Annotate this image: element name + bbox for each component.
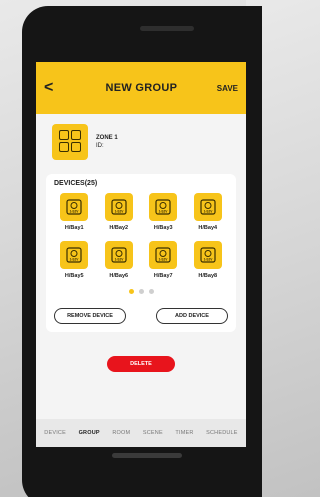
device-tile: 1-S2V [104,241,133,269]
devices-panel: DEVICES(25) 1-S2V H/Bay1 1-S2V H/Bay2 1-S2V H… [46,174,236,332]
zone-info: ZONE 1 ID: [96,135,118,149]
app-header: < NEW GROUP SAVE [36,62,246,114]
save-button[interactable]: SAVE [217,84,238,93]
device-tile: 1-S2V [149,193,178,221]
device-item[interactable]: 1-S2V H/Bay4 [186,193,231,231]
device-label: H/Bay4 [198,225,218,231]
device-item[interactable]: 1-S2V H/Bay6 [97,241,142,279]
switch-icon-label: 1-S2V [114,210,124,214]
tab-scene[interactable]: SCENE [143,430,163,436]
tab-schedule[interactable]: SCHEDULE [206,430,238,436]
tab-timer[interactable]: TIMER [175,430,193,436]
remove-device-button[interactable]: REMOVE DEVICE [54,308,126,324]
device-tile: 1-S2V [104,193,133,221]
switch-icon: 1-S2V [200,247,216,263]
switch-icon-label: 1-S2V [159,210,169,214]
device-item[interactable]: 1-S2V H/Bay8 [186,241,231,279]
switch-icon-label: 1-S2V [203,258,213,262]
switch-icon-label: 1-S2V [203,210,213,214]
phone-speaker [140,26,194,31]
switch-icon-label: 1-S2V [114,258,124,262]
zone-name: ZONE 1 [96,135,118,141]
switch-icon: 1-S2V [111,247,127,263]
back-button[interactable]: < [44,79,66,97]
zone-id-label: ID: [96,143,104,149]
page-dot[interactable] [128,289,134,294]
device-label: H/Bay8 [198,273,218,279]
device-item[interactable]: 1-S2V H/Bay5 [52,241,97,279]
zone-summary: ZONE 1 ID: [36,114,246,170]
switch-icon: 1-S2V [66,247,82,263]
device-item[interactable]: 1-S2V H/Bay3 [141,193,186,231]
switch-icon: 1-S2V [111,199,127,215]
switch-icon: 1-S2V [200,199,216,215]
tab-group[interactable]: GROUP [79,430,100,436]
tab-room[interactable]: ROOM [112,430,130,436]
device-item[interactable]: 1-S2V H/Bay1 [52,193,97,231]
device-label: H/Bay7 [153,273,173,279]
add-device-button[interactable]: ADD DEVICE [156,308,228,324]
switch-icon: 1-S2V [66,199,82,215]
pagination-dots [52,289,230,294]
device-label: H/Bay5 [64,273,84,279]
switch-icon-label: 1-S2V [70,210,80,214]
switch-icon-label: 1-S2V [70,258,80,262]
device-tile: 1-S2V [60,193,89,221]
page-dot[interactable] [138,289,144,294]
device-label: H/Bay1 [64,225,84,231]
device-item[interactable]: 1-S2V H/Bay7 [141,241,186,279]
page-title: NEW GROUP [105,82,178,94]
app-screen: < NEW GROUP SAVE ZONE 1 ID: DEVICES(25) … [36,62,246,447]
device-label: H/Bay3 [153,225,173,231]
device-label: H/Bay6 [109,273,129,279]
home-indicator [112,453,182,458]
devices-title: DEVICES(25) [54,180,98,187]
device-tile: 1-S2V [60,241,89,269]
device-tile: 1-S2V [149,241,178,269]
device-actions: REMOVE DEVICE ADD DEVICE [52,308,230,324]
tab-device[interactable]: DEVICE [44,430,66,436]
device-label: H/Bay2 [109,225,129,231]
switch-grid-icon [52,124,88,160]
bottom-tab-bar: DEVICE GROUP ROOM SCENE TIMER SCHEDULE [36,419,246,447]
device-tile: 1-S2V [193,241,222,269]
switch-icon: 1-S2V [155,247,171,263]
page-dot[interactable] [148,289,154,294]
switch-icon-label: 1-S2V [159,258,169,262]
device-grid: 1-S2V H/Bay1 1-S2V H/Bay2 1-S2V H/Bay3 1-S2V H/… [52,193,230,279]
device-tile: 1-S2V [193,193,222,221]
switch-icon: 1-S2V [155,199,171,215]
delete-button[interactable]: DELETE [107,356,175,372]
device-item[interactable]: 1-S2V H/Bay2 [97,193,142,231]
